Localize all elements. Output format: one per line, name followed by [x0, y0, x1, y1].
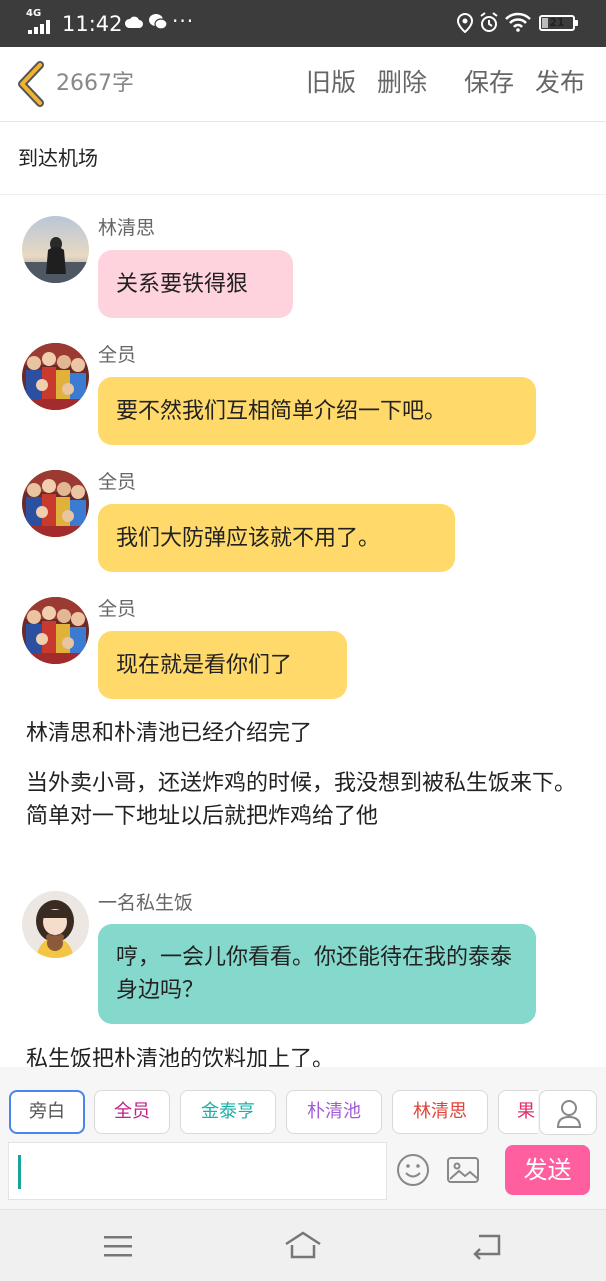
editor-header: 2667字 旧版 删除 保存 发布	[0, 47, 606, 122]
alarm-icon	[480, 12, 498, 32]
battery-icon: 21	[539, 15, 578, 31]
old-version-button[interactable]: 旧版	[306, 67, 356, 99]
message-text: 我们大防弹应该就不用了。	[116, 525, 381, 551]
character-chip[interactable]: 金泰亨	[180, 1090, 276, 1134]
delete-button[interactable]: 删除	[377, 67, 427, 99]
message-bubble[interactable]: 要不然我们互相简单介绍一下吧。	[98, 377, 536, 445]
message-bubble[interactable]: 哼，一会儿你看看。你还能待在我的泰泰身边吗？	[98, 924, 536, 1024]
group-photo-avatar[interactable]	[22, 343, 89, 410]
signal-icon	[28, 20, 50, 34]
speaker-name: 全员	[98, 471, 137, 493]
character-chip[interactable]: 林清思	[392, 1090, 488, 1134]
character-chip[interactable]: 全员	[94, 1090, 170, 1134]
narrator-chip[interactable]: 旁白	[9, 1090, 85, 1134]
home-icon[interactable]	[283, 1230, 323, 1260]
story-content[interactable]: 林清思 关系要铁得狠 全员 要不然我们互相简单介绍一下吧。 全员 我们大防弹应该…	[0, 195, 606, 1067]
speaker-name: 全员	[98, 344, 137, 366]
network-type: 4G	[26, 8, 42, 19]
wifi-icon	[505, 12, 531, 32]
message-bubble[interactable]: 我们大防弹应该就不用了。	[98, 504, 455, 572]
group-photo-avatar[interactable]	[22, 597, 89, 664]
character-chip[interactable]: 朴清池	[286, 1090, 382, 1134]
narration-text[interactable]: 林清思和朴清池已经介绍完了	[26, 717, 581, 750]
word-count: 2667字	[56, 71, 134, 96]
battery-level: 21	[549, 16, 565, 29]
message-bubble[interactable]: 现在就是看你们了	[98, 631, 347, 699]
narration-text[interactable]: 私生饭把朴清池的饮料加上了。	[26, 1043, 581, 1067]
save-button[interactable]: 保存	[464, 67, 514, 99]
menu-icon[interactable]	[103, 1234, 133, 1258]
publish-button[interactable]: 发布	[535, 67, 585, 99]
image-icon[interactable]	[446, 1155, 480, 1185]
speaker-name: 全员	[98, 598, 137, 620]
send-button[interactable]: 发送	[505, 1145, 590, 1195]
clock: 11:42	[62, 12, 123, 36]
message-text: 哼，一会儿你看看。你还能待在我的泰泰身边吗？	[116, 945, 513, 1003]
narration-text[interactable]: 当外卖小哥，还送炸鸡的时候，我没想到被私生饭来下。简单对一下地址以后就把炸鸡给了…	[26, 767, 581, 833]
speaker-name: 林清思	[98, 217, 156, 239]
role-toolbar: 旁白 全员 金泰亨 朴清池 林清思 果 发送	[0, 1067, 606, 1209]
wechat-icon	[149, 14, 168, 30]
group-photo-avatar[interactable]	[22, 470, 89, 537]
system-nav-bar	[0, 1209, 606, 1281]
girl-sunset-avatar[interactable]	[22, 216, 89, 283]
user-icon	[556, 1100, 582, 1128]
back-nav-icon[interactable]	[471, 1232, 503, 1260]
character-manager-button[interactable]	[539, 1090, 597, 1135]
status-bar: 4G 11:42 ··· 21	[0, 0, 606, 47]
girl-bear-avatar[interactable]	[22, 891, 89, 958]
back-arrow-icon[interactable]	[14, 61, 50, 107]
more-notifications-icon: ···	[172, 9, 195, 33]
message-text: 要不然我们互相简单介绍一下吧。	[116, 398, 447, 424]
text-caret	[18, 1155, 21, 1189]
emoji-icon[interactable]	[396, 1153, 430, 1187]
speaker-name: 一名私生饭	[98, 892, 194, 914]
message-input[interactable]	[8, 1142, 387, 1200]
chapter-title: 到达机场	[18, 146, 98, 170]
message-text: 现在就是看你们了	[116, 652, 293, 678]
message-bubble[interactable]: 关系要铁得狠	[98, 250, 293, 318]
character-chip[interactable]: 果	[498, 1090, 538, 1134]
message-text: 关系要铁得狠	[116, 271, 249, 297]
chapter-title-row[interactable]: 到达机场	[0, 122, 606, 195]
cloud-icon	[124, 16, 143, 28]
location-icon	[456, 13, 474, 33]
message-input-field[interactable]	[9, 1143, 386, 1199]
